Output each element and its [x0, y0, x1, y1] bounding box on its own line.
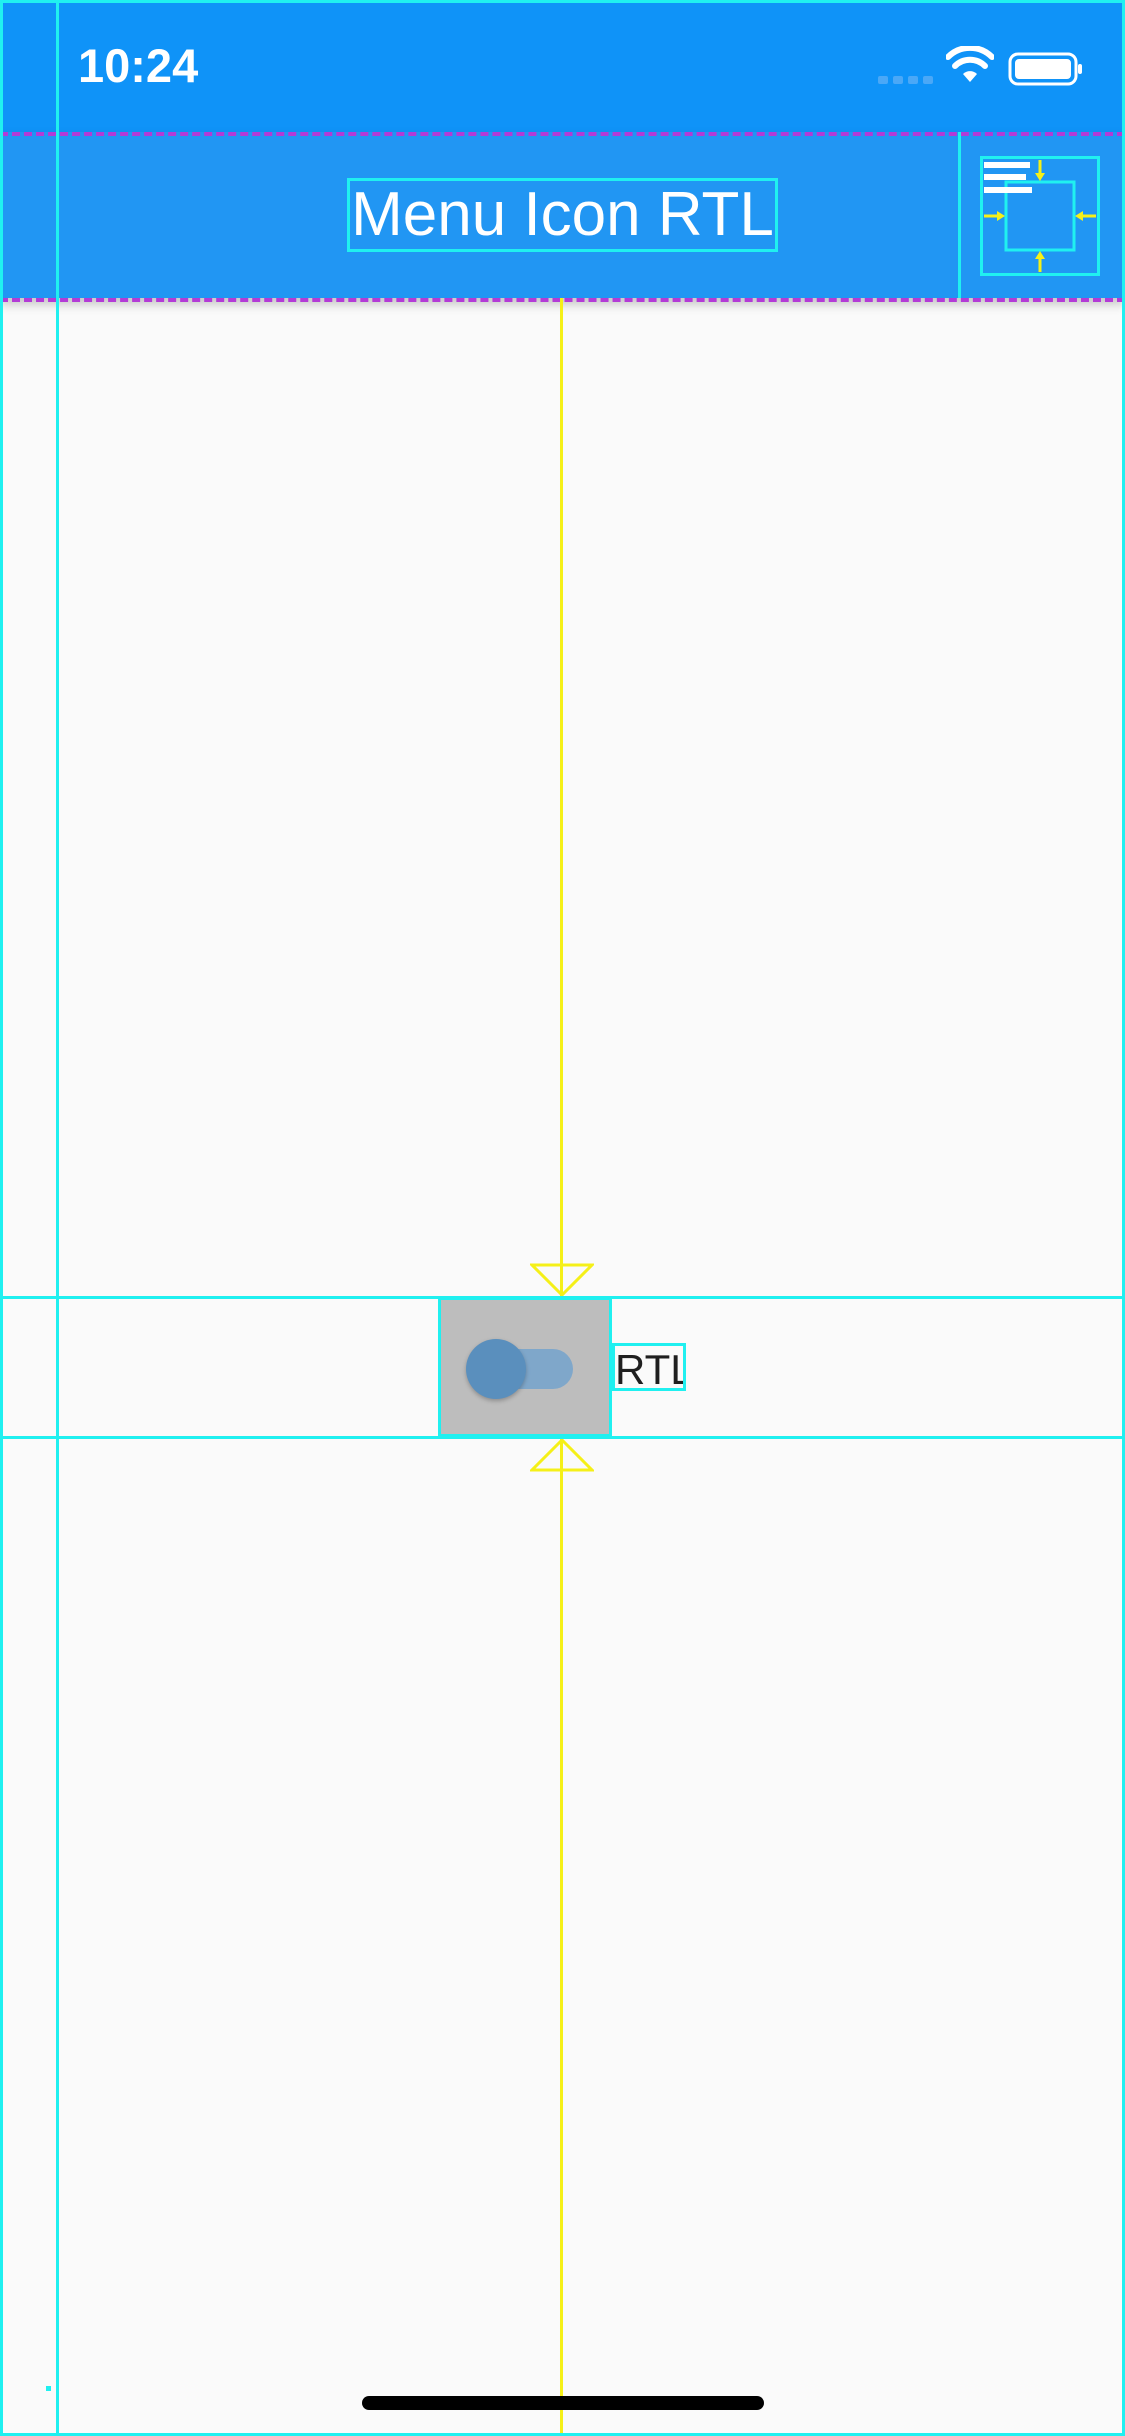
cellular-signal-icon	[878, 76, 933, 84]
switch-thumb[interactable]	[466, 1339, 526, 1399]
debug-arrow-up-icon	[530, 1438, 594, 1472]
debug-center-line	[560, 298, 563, 1297]
rtl-switch-label: RTL	[612, 1343, 686, 1391]
home-indicator[interactable]	[362, 2396, 764, 2410]
screen: 10:24 Menu Icon RTL RTL	[0, 0, 1125, 2436]
app-bar-top-guide	[0, 132, 1125, 136]
status-bar: 10:24	[0, 0, 1125, 132]
menu-icon	[980, 156, 1100, 276]
battery-icon	[1008, 52, 1082, 86]
debug-center-line	[560, 1437, 563, 2436]
debug-arrow-down-icon	[530, 1263, 594, 1297]
page-title: Menu Icon RTL	[347, 178, 778, 252]
debug-guide-line	[56, 0, 59, 2436]
status-time: 10:24	[78, 39, 199, 92]
wifi-icon	[946, 46, 994, 82]
debug-marker	[46, 2386, 51, 2391]
